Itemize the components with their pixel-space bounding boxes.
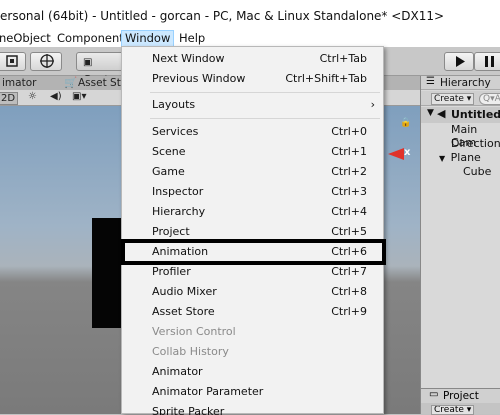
audio-icon[interactable]: ◀︎) (50, 91, 62, 102)
menu-item-shortcut: Ctrl+8 (331, 285, 367, 298)
transform-tool-icon (40, 54, 54, 68)
menu-item-animator-parameter[interactable]: Animator Parameter (122, 382, 383, 402)
hierarchy-tab-label: Hierarchy (440, 77, 491, 89)
menu-item-next-window[interactable]: Next Window Ctrl+Tab (122, 49, 383, 69)
project-tab-label: Project (443, 390, 479, 402)
menu-separator (150, 92, 380, 93)
menu-item-label: Next Window (152, 52, 225, 65)
lighting-icon[interactable]: ☼ (28, 91, 37, 102)
hierarchy-panel: ☰ Hierarchy Create ▾ Q▾All ▼ ◀ Untitled … (420, 76, 500, 388)
pause-icon (485, 56, 494, 67)
menu-window[interactable]: Window (121, 30, 175, 47)
menu-item-label: Game (152, 165, 185, 178)
submenu-arrow-icon: › (370, 98, 375, 111)
menu-help[interactable]: Help (176, 31, 208, 46)
scene-root-row[interactable]: ▼ ◀ Untitled (421, 107, 500, 123)
tab-animator[interactable]: imator (2, 77, 36, 89)
menu-item-label: Audio Mixer (152, 285, 217, 298)
menu-item-game[interactable]: Game Ctrl+2 (122, 162, 383, 182)
play-button[interactable] (444, 52, 474, 71)
hierarchy-item-directional-light[interactable]: Directiona (451, 137, 500, 151)
menu-item-label: Layouts (152, 98, 196, 111)
menu-item-label: Services (152, 125, 199, 138)
menu-item-label: Animator (152, 365, 203, 378)
menu-item-hierarchy[interactable]: Hierarchy Ctrl+4 (122, 202, 383, 222)
menu-item-label: Asset Store (152, 305, 215, 318)
menu-item-animator[interactable]: Animator (122, 362, 383, 382)
menu-item-label: Inspector (152, 185, 204, 198)
hierarchy-tab[interactable]: ☰ Hierarchy (421, 76, 500, 90)
hierarchy-item-label: Directiona (451, 137, 500, 150)
effects-icon[interactable]: ▣▾ (72, 91, 86, 102)
menu-item-shortcut: Ctrl+1 (331, 145, 367, 158)
hierarchy-item-cube[interactable]: Cube (463, 165, 491, 179)
menu-item-audio-mixer[interactable]: Audio Mixer Ctrl+8 (122, 282, 383, 302)
window-title: ersonal (64bit) - Untitled - gorcan - PC… (0, 9, 445, 23)
menu-item-label: Version Control (152, 325, 236, 338)
menu-component[interactable]: Component (54, 31, 127, 46)
menu-item-previous-window[interactable]: Previous Window Ctrl+Shift+Tab (122, 69, 383, 89)
2d-toggle[interactable]: 2D (0, 92, 19, 105)
window-title-bar: ersonal (64bit) - Untitled - gorcan - PC… (0, 0, 500, 30)
hierarchy-item-label: Plane (450, 151, 481, 164)
project-panel: ▭ Project Create ▾ (420, 388, 500, 415)
menu-item-label: Sprite Packer (152, 405, 225, 415)
menu-item-services[interactable]: Services Ctrl+0 (122, 122, 383, 142)
hierarchy-create-button[interactable]: Create ▾ (431, 93, 475, 105)
menu-item-sprite-packer[interactable]: Sprite Packer (122, 402, 383, 415)
menu-item-profiler[interactable]: Profiler Ctrl+7 (122, 262, 383, 282)
pivot-icon: ▣ (83, 57, 93, 68)
play-icon (456, 56, 465, 67)
scene-gizmo-x-axis[interactable] (388, 148, 404, 160)
menu-item-shortcut: Ctrl+4 (331, 205, 367, 218)
folder-icon: ▭ (429, 389, 439, 400)
menu-item-shortcut: Ctrl+3 (331, 185, 367, 198)
menu-item-layouts[interactable]: Layouts › (122, 95, 383, 115)
rect-tool-button[interactable] (0, 52, 26, 71)
menu-item-shortcut: Ctrl+2 (331, 165, 367, 178)
menu-item-version-control: Version Control (122, 322, 383, 342)
menu-item-collab-history: Collab History (122, 342, 383, 362)
store-icon: 🛒 (64, 77, 78, 89)
pause-button[interactable] (474, 52, 500, 71)
menu-item-scene[interactable]: Scene Ctrl+1 (122, 142, 383, 162)
menu-item-shortcut: Ctrl+Shift+Tab (285, 72, 367, 85)
menu-item-shortcut: Ctrl+0 (331, 125, 367, 138)
menu-item-label: Animator Parameter (152, 385, 264, 398)
expand-triangle-icon[interactable]: ▼ (427, 108, 434, 118)
menu-item-label: Previous Window (152, 72, 246, 85)
pivot-center-toggle[interactable]: ▣ Cente (76, 52, 124, 86)
menu-item-label: Hierarchy (152, 205, 206, 218)
gizmo-x-label: x (404, 147, 411, 158)
lock-icon[interactable]: 🔒 (400, 118, 411, 128)
scene-name: Untitled (451, 108, 500, 121)
menu-bar: neObject Component Window Help (0, 30, 500, 47)
menu-item-asset-store[interactable]: Asset Store Ctrl+9 (122, 302, 383, 322)
hierarchy-item-plane[interactable]: ▼ Plane (439, 151, 481, 165)
menu-item-shortcut: Ctrl+7 (331, 265, 367, 278)
hierarchy-search-input[interactable]: Q▾All (479, 93, 500, 105)
window-menu-dropdown: Next Window Ctrl+Tab Previous Window Ctrl+… (121, 46, 384, 415)
menu-item-shortcut: Ctrl+9 (331, 305, 367, 318)
menu-item-label: Scene (152, 145, 186, 158)
unity-scene-icon: ◀ (437, 107, 446, 120)
project-tab[interactable]: ▭ Project (421, 389, 500, 403)
menu-item-label: Profiler (152, 265, 191, 278)
animation-highlight-box (121, 239, 386, 265)
expand-triangle-icon[interactable]: ▼ (439, 154, 445, 163)
hierarchy-tab-icon: ☰ (426, 76, 435, 87)
tab-asset-store[interactable]: Asset St (78, 77, 121, 89)
menu-separator (150, 118, 380, 119)
menu-item-inspector[interactable]: Inspector Ctrl+3 (122, 182, 383, 202)
menu-item-label: Collab History (152, 345, 229, 358)
transform-tool-button[interactable] (30, 52, 62, 71)
hierarchy-item-label: Cube (463, 165, 492, 178)
menu-item-shortcut: Ctrl+Tab (319, 52, 367, 65)
hierarchy-toolbar: Create ▾ Q▾All (421, 91, 500, 106)
rect-tool-icon (6, 55, 18, 67)
menu-gameobject[interactable]: neObject (0, 31, 54, 46)
hierarchy-item-main-camera[interactable]: Main Cam (451, 123, 500, 149)
